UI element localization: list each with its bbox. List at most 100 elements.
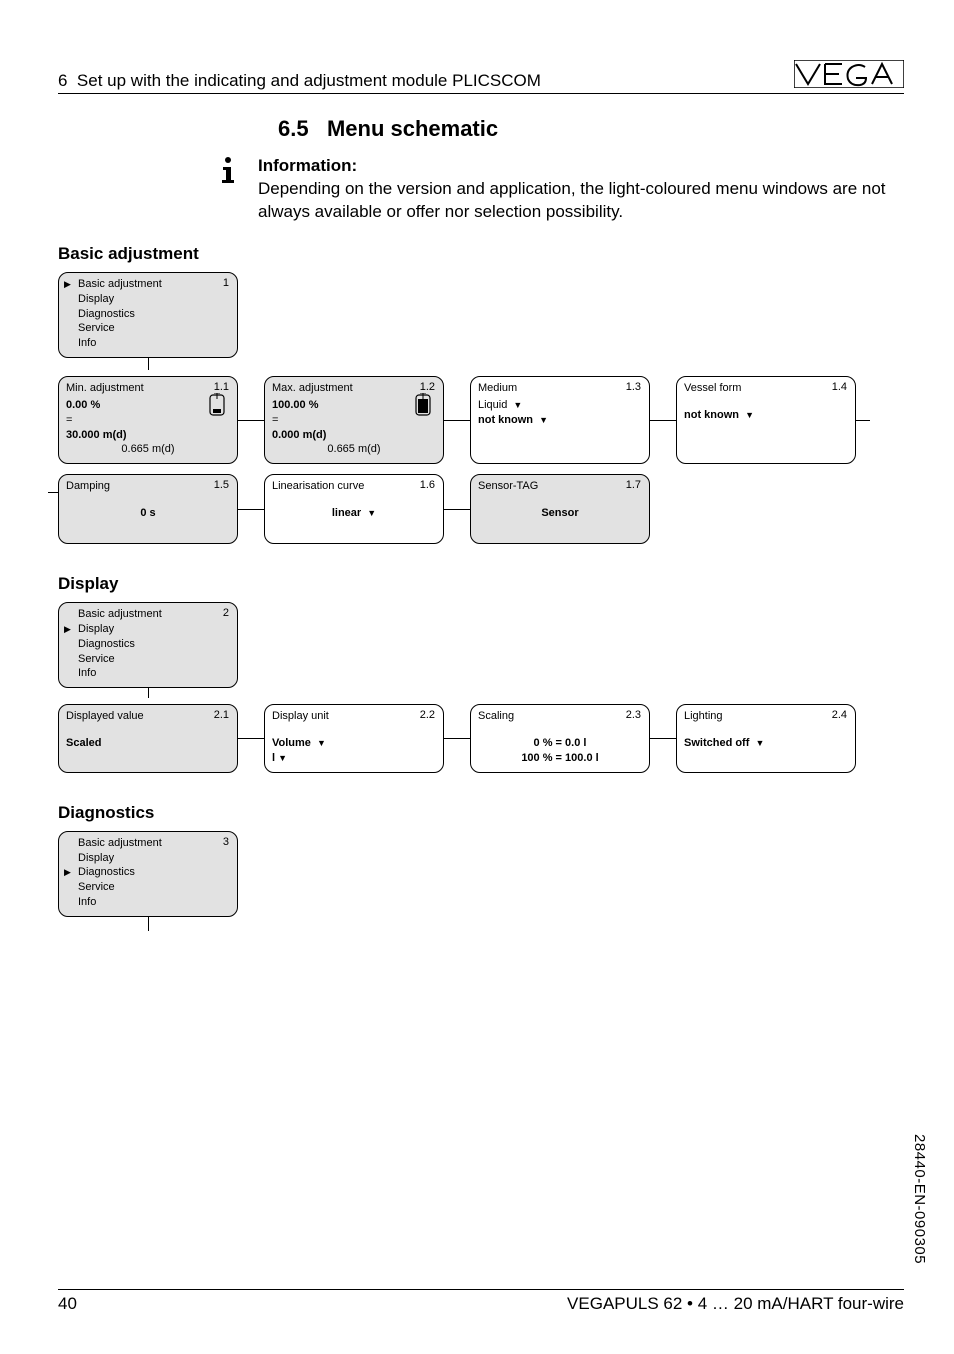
box-eq: = <box>66 413 230 428</box>
menu-item: Diagnostics <box>66 637 230 652</box>
diagnostics-tree: 3 Basic adjustment Display Diagnostics S… <box>58 831 904 917</box>
box-sub: 0.665 m(d) <box>66 442 230 457</box>
information-block: Information: Depending on the version an… <box>216 156 904 224</box>
connector-line <box>238 474 264 544</box>
menu-item: Basic adjustment <box>66 607 230 622</box>
box-title: Display unit <box>272 709 436 724</box>
box-eq: = <box>272 413 436 428</box>
page-header: 6 Set up with the indicating and adjustm… <box>58 60 904 94</box>
dropdown-icon <box>752 737 764 749</box>
section-heading: 6.5 Menu schematic <box>278 116 904 142</box>
basic-tree: 1 Basic adjustment Display Diagnostics S… <box>58 272 904 544</box>
display-root-menu: 2 Basic adjustment Display Diagnostics S… <box>58 602 238 688</box>
menu-number: 1.5 <box>214 478 229 493</box>
menu-number: 1.3 <box>626 380 641 395</box>
dropdown-icon <box>536 414 548 426</box>
header-breadcrumb: 6 Set up with the indicating and adjustm… <box>58 71 541 91</box>
box-value: l <box>272 751 436 766</box>
connector-line <box>238 376 264 464</box>
connector-line <box>650 704 676 773</box>
menu-number: 2.2 <box>420 708 435 723</box>
menu-item: Basic adjustment <box>66 836 230 851</box>
menu-box-lighting: 2.4 Lighting Switched off <box>676 704 856 773</box>
box-value: 30.000 m(d) <box>66 428 230 443</box>
info-label: Information: <box>258 156 898 176</box>
dropdown-icon <box>314 737 326 749</box>
box-value: 0.000 m(d) <box>272 428 436 443</box>
vega-logo <box>794 60 904 91</box>
tank-empty-icon <box>208 393 230 424</box>
menu-number: 1.7 <box>626 478 641 493</box>
connector-line <box>48 492 58 493</box>
box-value: Scaled <box>66 736 230 751</box>
section-title: Set up with the indicating and adjustmen… <box>77 71 541 90</box>
tank-full-icon <box>414 393 436 424</box>
diagnostics-root-menu: 3 Basic adjustment Display Diagnostics S… <box>58 831 238 917</box>
menu-box-linearisation: 1.6 Linearisation curve linear <box>264 474 444 544</box>
menu-item: Info <box>66 895 230 910</box>
box-title: Min. adjustment <box>66 381 230 396</box>
menu-item: Service <box>66 652 230 667</box>
document-id: 28440-EN-090305 <box>911 1134 928 1264</box>
menu-item: Diagnostics <box>66 865 230 880</box>
box-value: Switched off <box>684 736 848 751</box>
menu-box-max-adj: 1.2 Max. adjustment 100.00 % = 0.000 m(d… <box>264 376 444 464</box>
connector-line <box>238 704 264 773</box>
heading-number: 6.5 <box>278 116 309 141</box>
box-value: 0 s <box>66 506 230 521</box>
connector-line <box>856 376 870 464</box>
box-value: 100 % = 100.0 l <box>478 751 642 766</box>
dropdown-icon <box>742 409 754 421</box>
menu-box-vessel: 1.4 Vessel form not known <box>676 376 856 464</box>
menu-item: Service <box>66 321 230 336</box>
menu-item: Display <box>66 851 230 866</box>
menu-box-medium: 1.3 Medium Liquid not known <box>470 376 650 464</box>
box-title: Linearisation curve <box>272 479 436 494</box>
box-value: not known <box>684 408 848 423</box>
box-title: Medium <box>478 381 642 396</box>
connector-line <box>444 704 470 773</box>
menu-box-damping: 1.5 Damping 0 s <box>58 474 238 544</box>
box-title: Max. adjustment <box>272 381 436 396</box>
box-value: 100.00 % <box>272 398 436 413</box>
group-heading-display: Display <box>58 574 904 594</box>
menu-number: 1.6 <box>420 478 435 493</box>
display-tree: 2 Basic adjustment Display Diagnostics S… <box>58 602 904 773</box>
dropdown-icon <box>510 399 522 411</box>
box-title: Sensor-TAG <box>478 479 642 494</box>
box-value: not known <box>478 413 642 428</box>
group-heading-diagnostics: Diagnostics <box>58 803 904 823</box>
connector-line <box>444 474 470 544</box>
dropdown-icon <box>364 507 376 519</box>
connector-line <box>444 376 470 464</box>
connector-line <box>650 376 676 464</box>
info-icon <box>216 156 258 224</box>
page-number: 40 <box>58 1294 77 1314</box>
menu-item: Basic adjustment <box>66 277 230 292</box>
box-title: Displayed value <box>66 709 230 724</box>
box-title: Vessel form <box>684 381 848 396</box>
heading-title: Menu schematic <box>327 116 498 141</box>
box-value: 0.00 % <box>66 398 230 413</box>
menu-item: Service <box>66 880 230 895</box>
menu-item: Info <box>66 336 230 351</box>
menu-item: Info <box>66 666 230 681</box>
menu-item: Display <box>66 622 230 637</box>
dropdown-icon <box>275 752 287 764</box>
menu-box-sensor-tag: 1.7 Sensor-TAG Sensor <box>470 474 650 544</box>
page-footer: 40 VEGAPULS 62 • 4 … 20 mA/HART four-wir… <box>58 1289 904 1314</box>
menu-number: 1.4 <box>832 380 847 395</box>
info-body: Depending on the version and application… <box>258 178 898 224</box>
menu-number: 2.4 <box>832 708 847 723</box>
box-title: Damping <box>66 479 230 494</box>
menu-box-scaling: 2.3 Scaling 0 % = 0.0 l 100 % = 100.0 l <box>470 704 650 773</box>
box-title: Scaling <box>478 709 642 724</box>
menu-item: Diagnostics <box>66 307 230 322</box>
menu-number: 2.3 <box>626 708 641 723</box>
product-name: VEGAPULS 62 • 4 … 20 mA/HART four-wire <box>567 1294 904 1314</box>
section-no: 6 <box>58 71 77 90</box>
basic-root-menu: 1 Basic adjustment Display Diagnostics S… <box>58 272 238 358</box>
menu-box-display-unit: 2.2 Display unit Volume l <box>264 704 444 773</box>
menu-number: 2.1 <box>214 708 229 723</box>
menu-box-displayed-value: 2.1 Displayed value Scaled <box>58 704 238 773</box>
